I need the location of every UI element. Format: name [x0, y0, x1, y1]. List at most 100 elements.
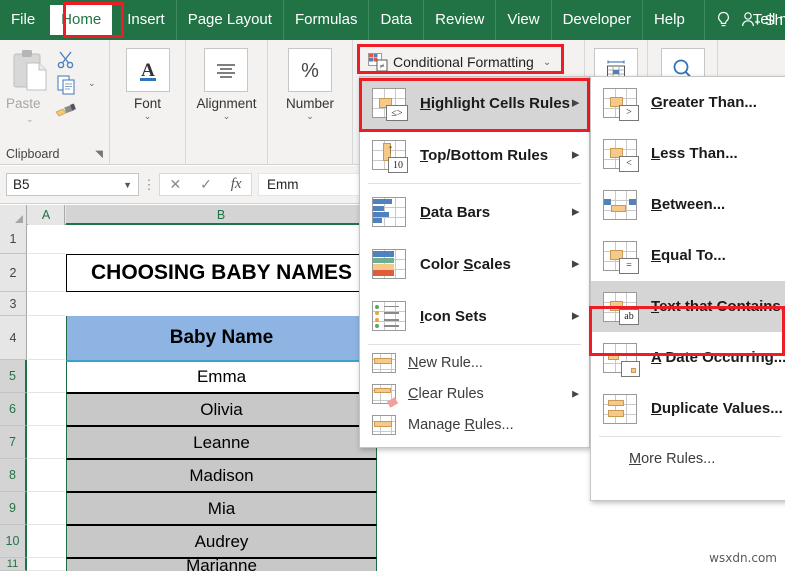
cell-a11[interactable] [28, 558, 65, 571]
tab-formulas[interactable]: Formulas [282, 0, 369, 40]
format-painter-icon[interactable] [55, 101, 77, 124]
tab-file[interactable]: File [0, 0, 46, 40]
conditional-formatting-label: Conditional Formatting [393, 54, 534, 70]
data-bars-icon [372, 197, 406, 227]
cell-a9[interactable] [28, 492, 65, 525]
submenu-item-equal-to[interactable]: = Equal To... [591, 230, 785, 281]
cell-a8[interactable] [28, 459, 65, 492]
submenu-item-more-rules[interactable]: More Rules... [591, 439, 785, 479]
tab-data[interactable]: Data [368, 0, 423, 40]
tab-developer[interactable]: Developer [550, 0, 642, 40]
menu-item-color-scales[interactable]: Color Scales ▶ [360, 238, 589, 290]
cell-b11[interactable]: Marianne [66, 556, 377, 571]
submenu-item-more-rules-label: More Rules... [629, 451, 716, 467]
row-header-1[interactable]: 1 [0, 225, 27, 254]
row-header-4[interactable]: 4 [0, 316, 27, 360]
menu-item-icon-sets[interactable]: Icon Sets ▶ [360, 290, 589, 342]
menu-item-manage-rules[interactable]: Manage Rules... [360, 409, 589, 440]
cell-a4[interactable] [28, 316, 65, 360]
tab-page-layout[interactable]: Page Layout [175, 0, 283, 40]
submenu-item-greater-than[interactable]: > Greater Than... [591, 77, 785, 128]
cell-b10[interactable]: Audrey [66, 525, 377, 558]
submenu-arrow-icon: ▶ [572, 310, 579, 321]
submenu-item-less-than[interactable]: < Less Than... [591, 128, 785, 179]
submenu-item-duplicate-values[interactable]: Duplicate Values... [591, 383, 785, 434]
number-chevron-icon[interactable]: ⌄ [306, 112, 314, 121]
tab-help[interactable]: Help [641, 0, 696, 40]
font-chevron-icon[interactable]: ⌄ [144, 112, 152, 121]
cell-a1[interactable] [28, 225, 65, 254]
cell-b3[interactable] [66, 292, 377, 316]
clipboard-dialog-launcher-icon[interactable]: ◥ [95, 149, 103, 160]
row-header-10[interactable]: 10 [0, 525, 27, 558]
name-box[interactable]: B5 ▼ [6, 173, 139, 196]
menu-item-highlight-cells-rules[interactable]: ≤> Highlight Cells Rules ▶ [360, 77, 589, 129]
cell-a2[interactable] [28, 254, 65, 292]
cell-a7[interactable] [28, 426, 65, 459]
cell-b8[interactable]: Madison [66, 459, 377, 492]
cell-a5[interactable] [28, 360, 65, 393]
row-header-8[interactable]: 8 [0, 459, 27, 492]
clipboard-more-chevron-icon[interactable]: ⌄ [88, 78, 96, 89]
cell-b1[interactable] [66, 225, 377, 254]
cell-a6[interactable] [28, 393, 65, 426]
submenu-item-less-than-label: Less Than... [651, 145, 738, 162]
row-header-9[interactable]: 9 [0, 492, 27, 525]
watermark: wsxdn.com [709, 551, 777, 565]
submenu-item-between-label: Between... [651, 196, 726, 213]
scissors-icon[interactable] [56, 50, 76, 75]
submenu-item-text-that-contains[interactable]: ab Text that Contains... [591, 281, 785, 332]
menu-item-data-bars[interactable]: Data Bars ▶ [360, 186, 589, 238]
name-box-chevron-down-icon[interactable]: ▼ [123, 180, 132, 190]
fx-icon[interactable]: fx [231, 176, 242, 193]
paste-icon[interactable] [12, 48, 54, 99]
column-header-b[interactable]: B [66, 205, 377, 225]
submenu-item-text-that-contains-label: Text that Contains... [651, 298, 785, 315]
formula-bar-handle[interactable]: ⋮ [139, 177, 159, 193]
cell-b6[interactable]: Olivia [66, 393, 377, 426]
alignment-button[interactable]: Alignment ⌄ [196, 40, 257, 121]
menu-item-manage-rules-label: Manage Rules... [408, 416, 514, 433]
submenu-item-a-date-occurring-label: A Date Occurring... [651, 349, 785, 366]
duplicate-values-icon [603, 393, 637, 424]
cell-b4-header[interactable]: Baby Name [66, 316, 377, 360]
enter-check-icon[interactable]: ✓ [200, 176, 212, 193]
tab-review[interactable]: Review [423, 0, 495, 40]
cell-a3[interactable] [28, 292, 65, 316]
menu-item-clear-rules-label: Clear Rules [408, 385, 484, 402]
conditional-formatting-button[interactable]: ≠ Conditional Formatting ⌄ [363, 49, 573, 75]
submenu-item-a-date-occurring[interactable]: A Date Occurring... [591, 332, 785, 383]
row-header-11[interactable]: 11 [0, 558, 27, 571]
row-header-3[interactable]: 3 [0, 292, 27, 316]
row-header-2[interactable]: 2 [0, 254, 27, 292]
paste-dropdown-chevron-icon[interactable]: ⌄ [26, 114, 34, 125]
share-button[interactable]: Sh [739, 0, 785, 40]
ribbon-group-clipboard: Paste ⌄ ⌄ Clipboard ◥ [0, 40, 110, 165]
formula-bar-buttons: ✕ ✓ fx [159, 173, 252, 196]
cell-a10[interactable] [28, 525, 65, 558]
tell-me-lightbulb-icon[interactable] [703, 0, 742, 40]
row-header-6[interactable]: 6 [0, 393, 27, 426]
row-header-5[interactable]: 5 [0, 360, 27, 393]
alignment-chevron-icon[interactable]: ⌄ [223, 112, 231, 121]
cell-b2-title[interactable]: CHOOSING BABY NAMES [66, 254, 377, 292]
copy-icon[interactable] [57, 75, 77, 100]
text-that-contains-icon: ab [603, 291, 639, 325]
select-all-corner[interactable] [0, 205, 27, 225]
number-button[interactable]: % Number ⌄ [286, 40, 334, 121]
cell-b7[interactable]: Leanne [66, 426, 377, 459]
menu-item-top-bottom-rules[interactable]: ↑ 10 Top/Bottom Rules ▶ [360, 129, 589, 181]
column-header-a[interactable]: A [28, 205, 65, 225]
tab-home[interactable]: Home [50, 5, 113, 35]
tab-insert[interactable]: Insert [116, 0, 176, 40]
row-header-7[interactable]: 7 [0, 426, 27, 459]
submenu-item-between[interactable]: Between... [591, 179, 785, 230]
cancel-x-icon[interactable]: ✕ [169, 176, 181, 193]
font-button[interactable]: A Font ⌄ [125, 40, 170, 121]
menu-item-new-rule[interactable]: New Rule... [360, 347, 589, 378]
cell-b9[interactable]: Mia [66, 492, 377, 525]
conditional-formatting-chevron-icon[interactable]: ⌄ [543, 57, 551, 67]
tab-view[interactable]: View [495, 0, 550, 40]
cell-b5[interactable]: Emma [66, 360, 377, 393]
menu-item-clear-rules[interactable]: Clear Rules ▶ [360, 378, 589, 409]
